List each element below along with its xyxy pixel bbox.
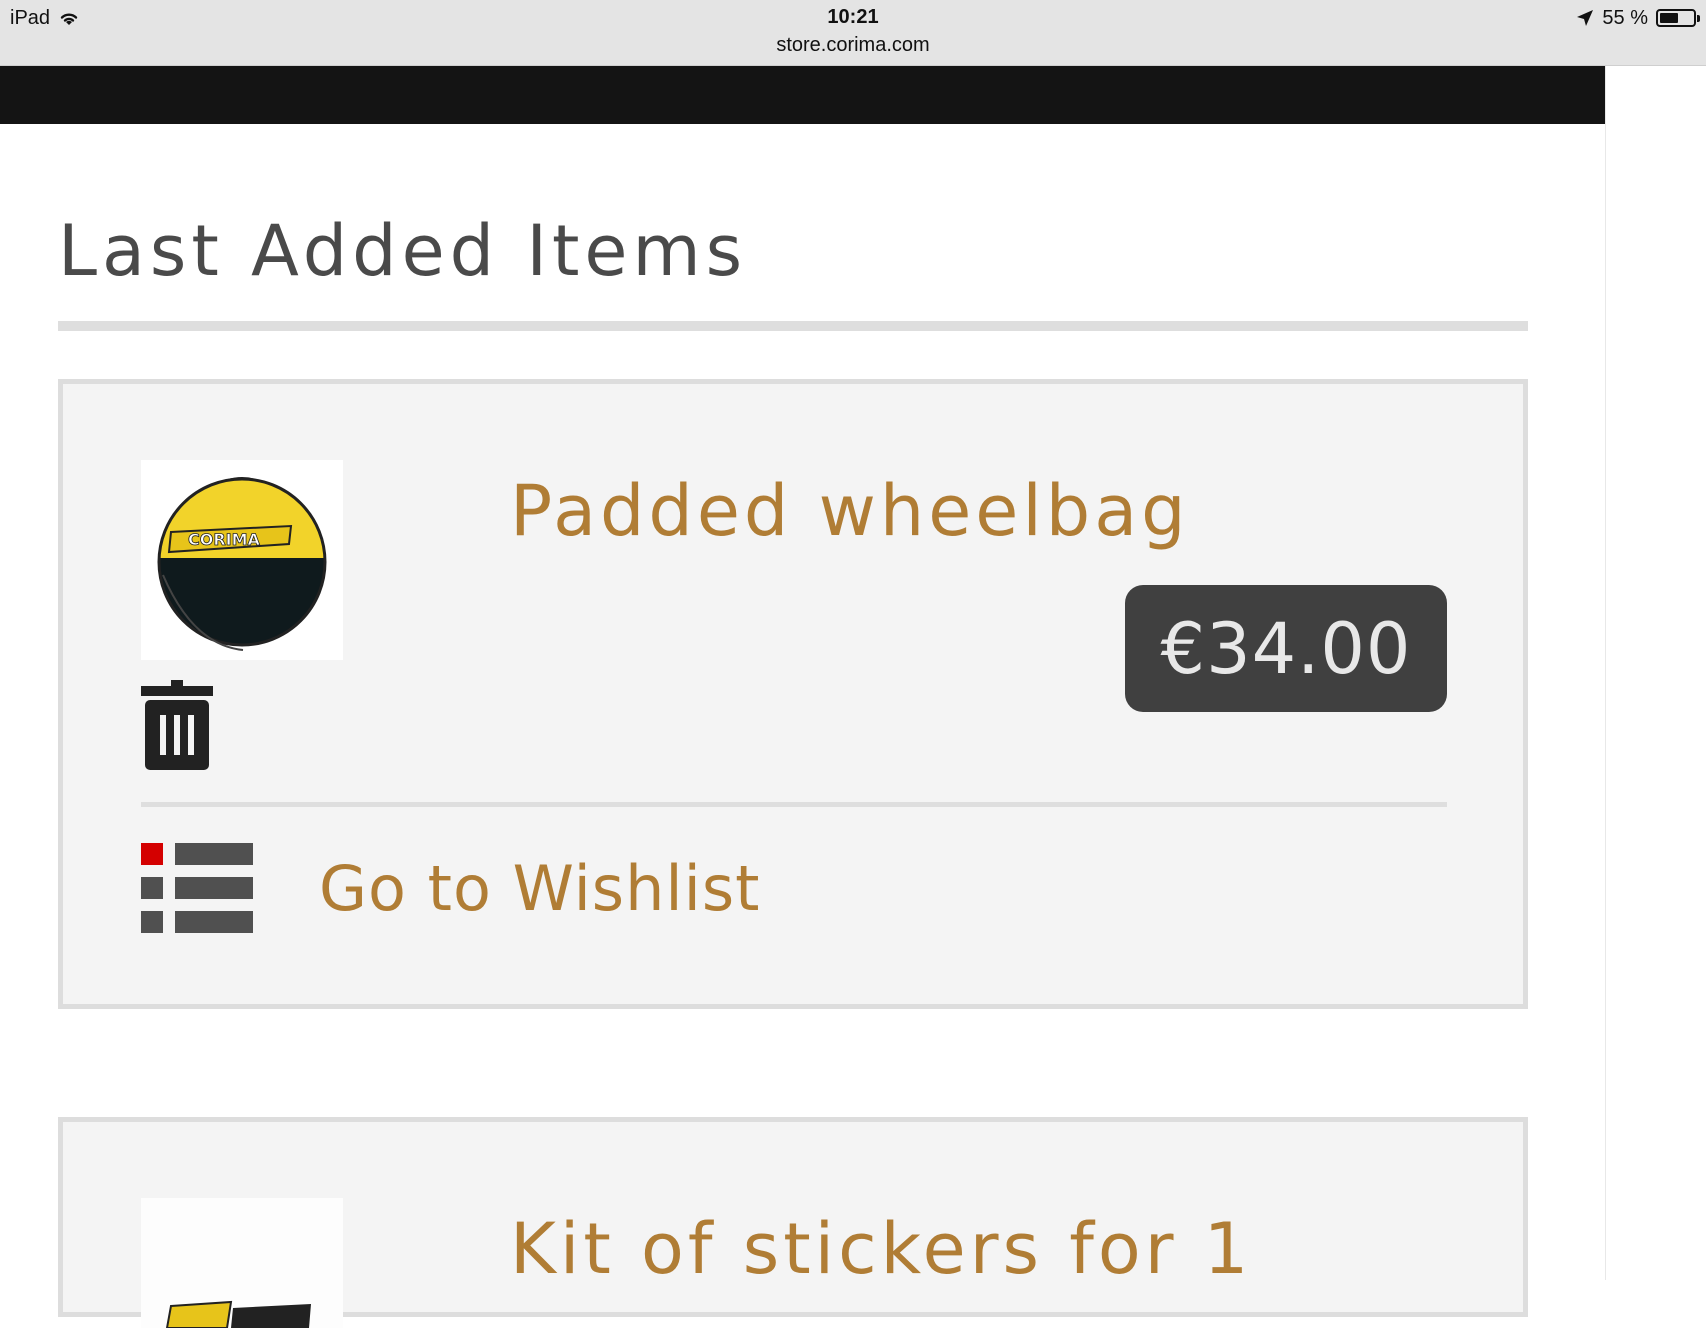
clock: 10:21 xyxy=(827,6,879,28)
location-arrow-icon xyxy=(1577,10,1594,26)
price-badge: €34.00 xyxy=(1125,585,1447,712)
wishlist-list-icon xyxy=(141,843,253,933)
item-card: Kit of stickers for 1 xyxy=(58,1117,1528,1328)
site-header-bar xyxy=(0,66,1605,124)
status-right: 55 % xyxy=(1576,6,1700,30)
card-divider xyxy=(141,802,1447,807)
page-right-gutter xyxy=(1605,66,1706,1280)
product-thumbnail[interactable]: CORIMA xyxy=(141,460,343,660)
wishlist-label: Go to Wishlist xyxy=(319,851,761,925)
trash-icon[interactable] xyxy=(141,680,213,770)
thumbnail-logo-text: CORIMA xyxy=(188,530,261,549)
battery-icon xyxy=(1656,9,1700,27)
page-content: Last Added Items CORIMA Padded wheelbag … xyxy=(0,124,1605,1328)
go-to-wishlist-link[interactable]: Go to Wishlist xyxy=(141,842,760,934)
product-thumbnail[interactable] xyxy=(141,1198,343,1328)
sticker-kit-image xyxy=(141,1198,343,1328)
section-title: Last Added Items xyxy=(58,210,748,292)
wheelbag-image: CORIMA xyxy=(157,477,327,651)
title-divider xyxy=(58,321,1528,331)
battery-level-fill xyxy=(1660,13,1678,23)
product-name-link[interactable]: Padded wheelbag xyxy=(510,470,1190,552)
item-card: CORIMA Padded wheelbag €34.00 Go to Wish… xyxy=(58,379,1528,1009)
address-bar-url[interactable]: store.corima.com xyxy=(0,34,1706,57)
ios-status-bar: iPad 10:21 store.corima.com 55 % xyxy=(0,0,1706,66)
battery-percent: 55 % xyxy=(1602,6,1648,29)
product-name-link[interactable]: Kit of stickers for 1 xyxy=(510,1208,1252,1290)
